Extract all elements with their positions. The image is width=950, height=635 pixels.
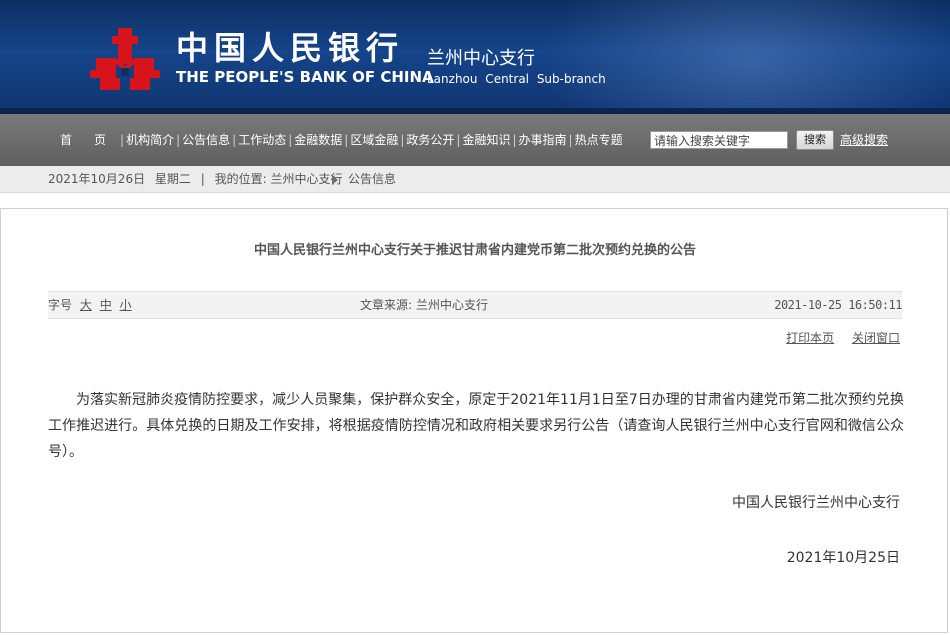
nav-item-financial-knowledge[interactable]: 金融知识: [462, 131, 510, 149]
breadcrumb-bar: 2021年10月26日 星期二 | 我的位置: 兰州中心支行 公告信息: [0, 166, 950, 193]
article-source: 文章来源: 兰州中心支行: [360, 297, 488, 314]
current-weekday: 星期二: [154, 172, 191, 186]
font-size-control: 字号 大 中 小: [48, 297, 132, 314]
advanced-search-link[interactable]: 高级搜索: [840, 131, 888, 149]
bank-name-cn: 中国人民银行: [176, 29, 405, 67]
nav-item-financial-data[interactable]: 金融数据: [294, 131, 342, 149]
bank-name-en: THE PEOPLE'S BANK OF CHINA: [176, 68, 434, 86]
article-container: 中国人民银行兰州中心支行关于推迟甘肃省内建党币第二批次预约兑换的公告 字号 大 …: [0, 208, 948, 633]
breadcrumb-current-link[interactable]: 公告信息: [348, 171, 396, 188]
search-button[interactable]: 搜索: [796, 130, 834, 150]
nav-item-announcements[interactable]: 公告信息: [182, 131, 230, 149]
branch-name-cn: 兰州中心支行: [427, 48, 535, 69]
banner-glow: [540, 0, 950, 114]
current-date: 2021年10月26日: [48, 172, 146, 186]
nav-item-hot-topics[interactable]: 热点专题: [575, 131, 623, 149]
article-meta-bar: 字号 大 中 小 文章来源: 兰州中心支行 2021-10-25 16:50:11: [48, 291, 902, 319]
article-signature: 中国人民银行兰州中心支行: [732, 495, 900, 511]
breadcrumb-arrow-icon: [332, 175, 338, 185]
article-title: 中国人民银行兰州中心支行关于推迟甘肃省内建党币第二批次预约兑换的公告: [253, 243, 696, 258]
branch-name-en: Lanzhou Central Sub-branch: [427, 72, 606, 86]
nav-item-about[interactable]: 机构简介: [126, 131, 174, 149]
pboc-logo-icon[interactable]: [90, 28, 160, 92]
location-label: 我的位置:: [214, 172, 267, 186]
article-sign-date: 2021年10月25日: [786, 550, 900, 566]
nav-item-service-guide[interactable]: 办事指南: [519, 131, 567, 149]
close-window-link[interactable]: 关闭窗口: [852, 331, 900, 345]
header-banner: 中国人民银行 THE PEOPLE'S BANK OF CHINA 兰州中心支行…: [0, 0, 950, 114]
font-size-large-link[interactable]: 大: [80, 298, 92, 312]
font-size-medium-link[interactable]: 中: [100, 298, 112, 312]
breadcrumb: 2021年10月26日 星期二 | 我的位置: 兰州中心支行: [48, 171, 343, 188]
article-body: 为落实新冠肺炎疫情防控要求，减少人员聚集，保护群众安全，原定于2021年11月1…: [48, 392, 904, 460]
search-input[interactable]: [650, 131, 788, 149]
publish-time: 2021-10-25 16:50:11: [774, 298, 902, 312]
nav-item-regional-finance[interactable]: 区域金融: [350, 131, 398, 149]
source-label: 文章来源:: [360, 298, 413, 312]
nav-item-government-affairs[interactable]: 政务公开: [406, 131, 454, 149]
nav-item-home[interactable]: 首页: [60, 131, 128, 149]
article-tools: 打印本页 关闭窗口: [772, 330, 900, 347]
font-size-small-link[interactable]: 小: [120, 298, 132, 312]
nav-item-news[interactable]: 工作动态: [238, 131, 286, 149]
breadcrumb-separator: |: [200, 172, 205, 186]
print-link[interactable]: 打印本页: [786, 331, 834, 345]
nav-items: 首页 | 机构简介 | 公告信息 | 工作动态 | 金融数据 | 区域金融 | …: [60, 131, 623, 149]
source-value: 兰州中心支行: [416, 298, 489, 312]
font-size-label: 字号: [48, 298, 73, 312]
